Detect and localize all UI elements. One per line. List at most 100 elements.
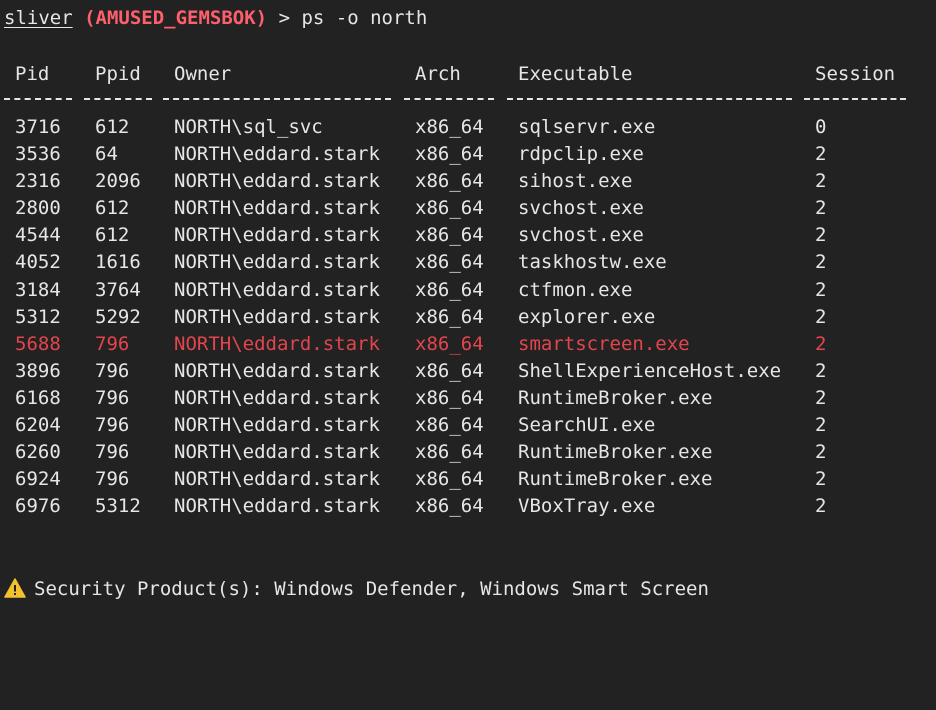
cell-executable: ShellExperienceHost.exe [518, 359, 782, 382]
cell-executable: rdpclip.exe [518, 143, 644, 166]
cell-executable: svchost.exe [518, 197, 644, 220]
table-row: 4544 612 NORTH\eddard.stark x86_64 svcho… [0, 222, 936, 249]
cell-arch: x86_64 [415, 332, 484, 355]
cell-pid: 2316 [15, 170, 61, 193]
separator-session [804, 98, 906, 100]
table-row: 6924 796 NORTH\eddard.stark x86_64 Runti… [0, 466, 936, 493]
cell-pid: 6924 [15, 468, 61, 491]
table-row: 3716 612 NORTH\sql_svc x86_64 sqlservr.e… [0, 114, 936, 141]
cell-executable: smartscreen.exe [518, 332, 690, 355]
cell-pid: 6168 [15, 386, 61, 409]
table-row: 3536 64 NORTH\eddard.stark x86_64 rdpcli… [0, 141, 936, 168]
cell-session: 2 [815, 359, 827, 382]
cell-owner: NORTH\eddard.stark [174, 305, 380, 328]
table-row: 6976 5312 NORTH\eddard.stark x86_64 VBox… [0, 493, 936, 520]
cell-session: 2 [815, 495, 827, 518]
cell-executable: taskhostw.exe [518, 251, 667, 274]
cell-arch: x86_64 [415, 414, 484, 437]
cell-ppid: 612 [95, 197, 130, 220]
cell-ppid: 3764 [95, 278, 141, 301]
cell-pid: 5688 [15, 332, 61, 355]
cell-arch: x86_64 [415, 197, 484, 220]
separator-arch [404, 98, 494, 100]
cell-session: 0 [815, 116, 827, 138]
cell-ppid: 5312 [95, 495, 141, 518]
cell-executable: sqlservr.exe [518, 116, 656, 138]
header-session: Session [815, 63, 896, 85]
cell-arch: x86_64 [415, 468, 484, 491]
separator-executable [507, 98, 792, 100]
header-arch: Arch [415, 63, 461, 85]
cell-ppid: 796 [95, 468, 130, 491]
cell-pid: 4544 [15, 224, 61, 247]
header-owner: Owner [174, 63, 232, 85]
cell-executable: SearchUI.exe [518, 414, 656, 437]
cell-owner: NORTH\eddard.stark [174, 332, 380, 355]
cell-executable: VBoxTray.exe [518, 495, 656, 518]
command-prompt: sliver (AMUSED_GEMSBOK) > ps -o north [4, 6, 427, 30]
cell-session: 2 [815, 224, 827, 247]
cell-owner: NORTH\eddard.stark [174, 251, 380, 274]
security-warning: Security Product(s): Windows Defender, W… [4, 576, 709, 602]
cell-ppid: 796 [95, 386, 130, 409]
cell-arch: x86_64 [415, 224, 484, 247]
process-table: Pid Ppid Owner Arch Executable Session 3… [0, 60, 936, 520]
cell-ppid: 5292 [95, 305, 141, 328]
cell-arch: x86_64 [415, 116, 484, 138]
cell-owner: NORTH\eddard.stark [174, 441, 380, 464]
table-header: Pid Ppid Owner Arch Executable Session [0, 60, 936, 88]
cell-owner: NORTH\sql_svc [174, 116, 323, 138]
cell-ppid: 1616 [95, 251, 141, 274]
cell-ppid: 796 [95, 332, 130, 355]
table-row: 6168 796 NORTH\eddard.stark x86_64 Runti… [0, 385, 936, 412]
terminal-window[interactable]: sliver (AMUSED_GEMSBOK) > ps -o north Pi… [0, 0, 936, 606]
header-separator [0, 88, 936, 114]
cell-session: 2 [815, 251, 827, 274]
table-row: 2800 612 NORTH\eddard.stark x86_64 svcho… [0, 195, 936, 222]
prompt-user: sliver [4, 7, 73, 29]
cell-owner: NORTH\eddard.stark [174, 414, 380, 437]
cell-ppid: 796 [95, 441, 130, 464]
cell-arch: x86_64 [415, 359, 484, 382]
cell-owner: NORTH\eddard.stark [174, 359, 380, 382]
warning-text: Security Product(s): Windows Defender, W… [34, 578, 709, 600]
cell-ppid: 612 [95, 224, 130, 247]
table-row: 4052 1616 NORTH\eddard.stark x86_64 task… [0, 249, 936, 276]
cell-pid: 5312 [15, 305, 61, 328]
separator-owner [163, 98, 391, 100]
cell-pid: 4052 [15, 251, 61, 274]
cell-arch: x86_64 [415, 143, 484, 166]
cell-session: 2 [815, 278, 827, 301]
table-row: 3184 3764 NORTH\eddard.stark x86_64 ctfm… [0, 277, 936, 304]
cell-ppid: 796 [95, 359, 130, 382]
cell-ppid: 612 [95, 116, 130, 138]
header-pid: Pid [15, 63, 50, 85]
cell-ppid: 796 [95, 414, 130, 437]
cell-executable: RuntimeBroker.exe [518, 441, 713, 464]
cell-owner: NORTH\eddard.stark [174, 197, 380, 220]
cell-arch: x86_64 [415, 386, 484, 409]
header-executable: Executable [518, 63, 633, 85]
cell-arch: x86_64 [415, 278, 484, 301]
cell-executable: svchost.exe [518, 224, 644, 247]
cell-pid: 3716 [15, 116, 61, 138]
cell-arch: x86_64 [415, 495, 484, 518]
prompt-session-name: (AMUSED_GEMSBOK) [84, 7, 268, 29]
cell-session: 2 [815, 386, 827, 409]
separator-ppid [84, 98, 152, 100]
cell-owner: NORTH\eddard.stark [174, 495, 380, 518]
cell-pid: 6260 [15, 441, 61, 464]
table-row: 6204 796 NORTH\eddard.stark x86_64 Searc… [0, 412, 936, 439]
cell-arch: x86_64 [415, 441, 484, 464]
cell-session: 2 [815, 332, 827, 355]
cell-session: 2 [815, 197, 827, 220]
table-row: 3896 796 NORTH\eddard.stark x86_64 Shell… [0, 358, 936, 385]
header-ppid: Ppid [95, 63, 141, 85]
cell-owner: NORTH\eddard.stark [174, 170, 380, 193]
table-row-highlighted: 5688 796 NORTH\eddard.stark x86_64 smart… [0, 331, 936, 358]
cell-session: 2 [815, 468, 827, 491]
cell-pid: 3896 [15, 359, 61, 382]
cell-owner: NORTH\eddard.stark [174, 468, 380, 491]
table-row: 5312 5292 NORTH\eddard.stark x86_64 expl… [0, 304, 936, 331]
cell-ppid: 2096 [95, 170, 141, 193]
